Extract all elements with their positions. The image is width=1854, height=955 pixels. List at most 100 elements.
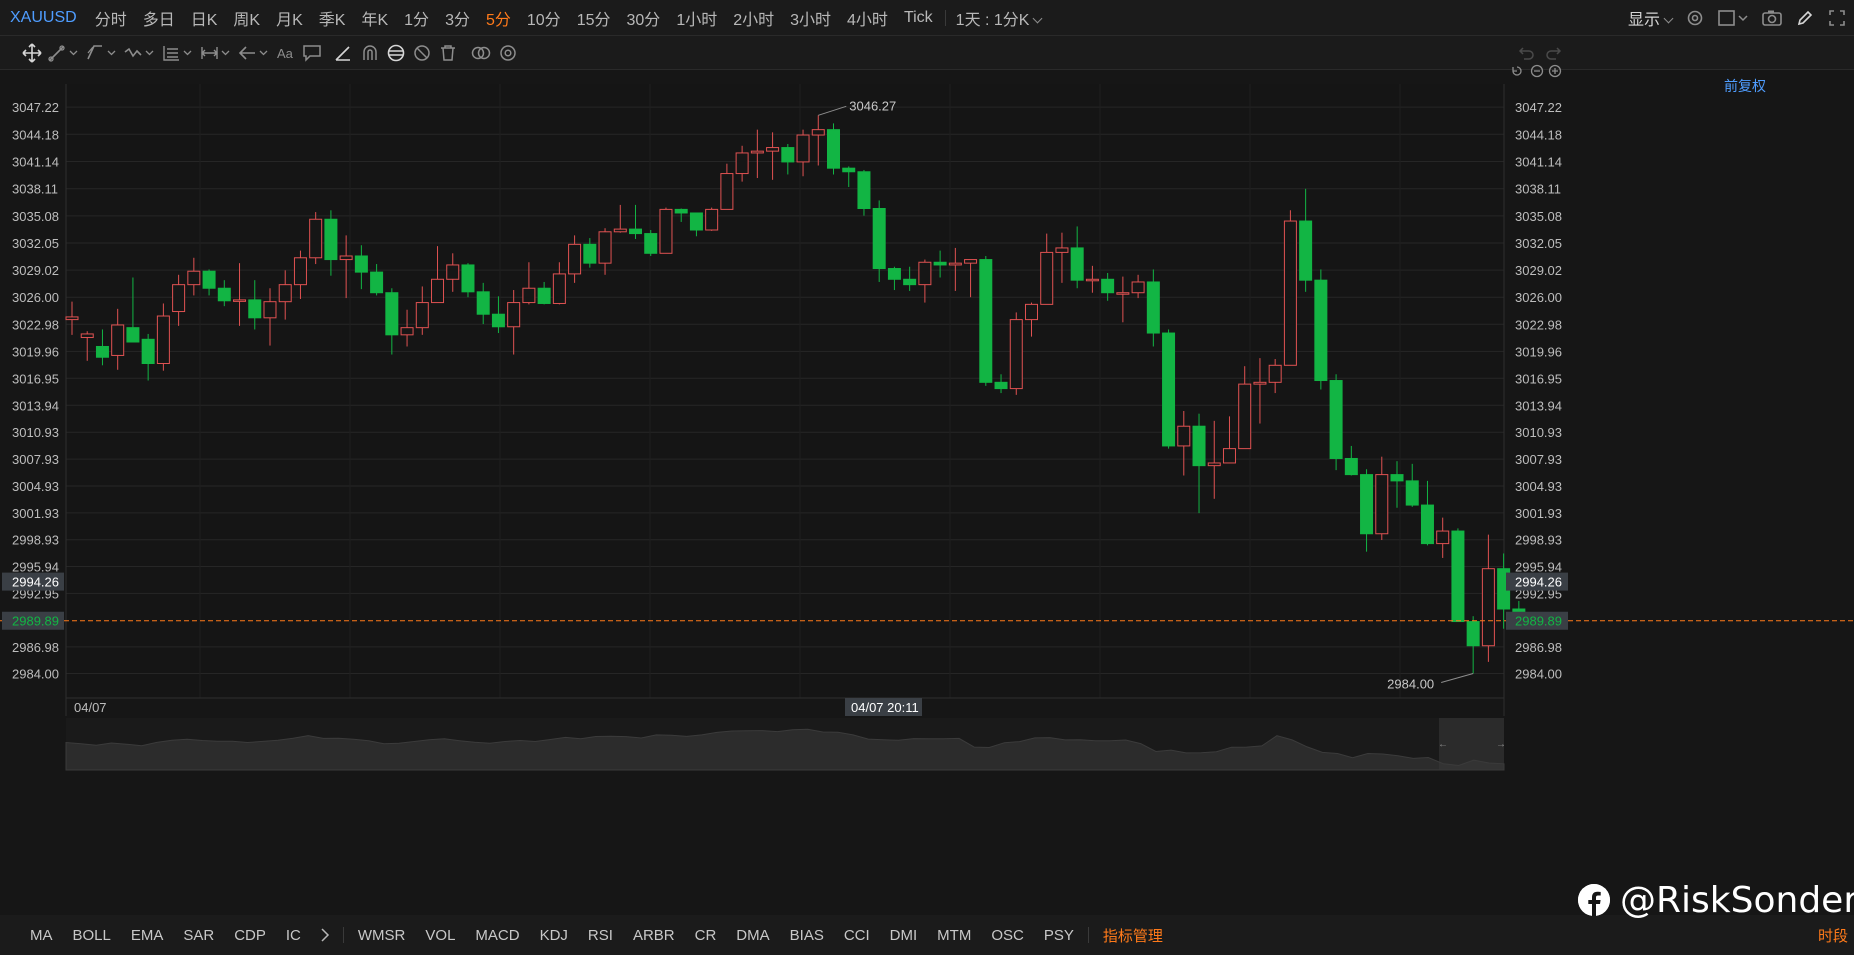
lock-drawing-icon[interactable] (386, 43, 406, 63)
period-tab[interactable]: 15分 (569, 6, 619, 30)
candle-body (278, 284, 292, 303)
move-icon[interactable] (22, 43, 42, 63)
hide-drawings-icon[interactable] (412, 43, 432, 63)
settings-icon[interactable] (498, 43, 518, 63)
symbol-label[interactable]: XAUUSD (0, 9, 87, 27)
indicator-item[interactable]: DMI (880, 927, 928, 944)
camera-icon[interactable] (1762, 9, 1782, 27)
candle (1329, 374, 1343, 471)
indicator-item[interactable]: BOLL (63, 927, 121, 944)
zoom-out-icon[interactable] (1530, 64, 1544, 78)
reset-icon[interactable] (1510, 64, 1524, 78)
indicator-item[interactable]: OSC (981, 927, 1034, 944)
candle-body (415, 302, 429, 329)
channel-icon[interactable] (86, 43, 118, 63)
time-section-link[interactable]: 时段 (1818, 925, 1848, 946)
y-tick-label-left: 3022.98 (12, 317, 59, 332)
indicator-item[interactable]: RSI (578, 927, 623, 944)
candle-body (1055, 247, 1069, 253)
period-tab[interactable]: 30分 (619, 6, 669, 30)
trash-icon[interactable] (438, 43, 458, 63)
period-tab[interactable]: 5分 (478, 6, 519, 30)
period-tab[interactable]: 4小时 (839, 6, 896, 30)
undo-icon[interactable] (1516, 43, 1536, 63)
indicator-divider (1087, 927, 1089, 943)
indicator-item[interactable]: BIAS (780, 927, 834, 944)
comment-icon[interactable] (302, 43, 322, 63)
candlestick-chart[interactable]: 3047.22 3047.22 3044.18 3044.18 3041.14 3041.… (0, 70, 1854, 850)
navigator-window (1439, 718, 1504, 770)
fibonacci-icon[interactable] (162, 43, 194, 63)
display-dropdown[interactable]: 显示 (1628, 6, 1674, 30)
y-tick-label-left: 2984.00 (12, 667, 59, 682)
period-tab[interactable]: 分时 (87, 6, 135, 30)
candle-body (80, 333, 94, 339)
indicator-item[interactable]: MA (20, 927, 63, 944)
y-tick-label-right: 3047.22 (1515, 100, 1562, 115)
candle-body (324, 218, 338, 261)
candle-body (293, 257, 307, 286)
fullscreen-icon[interactable] (1828, 9, 1846, 27)
candle-body (431, 278, 445, 304)
magnet-icon[interactable] (360, 43, 380, 63)
period-tab[interactable]: 季K (311, 6, 354, 30)
period-tab[interactable]: Tick (896, 9, 941, 27)
compare-icon[interactable] (470, 43, 492, 63)
y-tick-label-left: 3001.93 (12, 506, 59, 521)
candle-body (964, 259, 978, 264)
candle-body (1314, 279, 1328, 382)
indicator-item[interactable]: MTM (927, 927, 981, 944)
indicator-list-sub: WMSR VOL MACD KDJ RSI ARBR CR DMA BIAS CCI DMI MTM O… (348, 927, 1084, 944)
indicator-manage-link[interactable]: 指标管理 (1093, 925, 1173, 946)
chevron-right-icon[interactable] (319, 927, 331, 943)
period-tab[interactable]: 月K (268, 6, 311, 30)
indicator-item[interactable]: DMA (726, 927, 779, 944)
period-tab[interactable]: 多日 (135, 6, 183, 30)
ruler-icon[interactable] (334, 43, 354, 63)
period-tab[interactable]: 3小时 (782, 6, 839, 30)
indicator-item[interactable]: CDP (224, 927, 276, 944)
candle-body (507, 302, 521, 328)
text-icon[interactable]: Aa (276, 43, 296, 63)
y-tick-label-left: 3004.93 (12, 479, 59, 494)
redo-icon[interactable] (1544, 43, 1564, 63)
indicator-item[interactable]: MACD (465, 927, 529, 944)
indicator-item[interactable]: SAR (173, 927, 224, 944)
indicator-item[interactable]: KDJ (530, 927, 578, 944)
arrow-left-icon[interactable] (238, 43, 270, 63)
gear-icon[interactable] (1686, 9, 1704, 27)
y-tick-label-right: 3032.05 (1515, 236, 1562, 251)
pattern-icon[interactable] (124, 43, 156, 63)
y-tick-label-left: 3016.95 (12, 371, 59, 386)
period-tab[interactable]: 10分 (519, 6, 569, 30)
zoom-in-icon[interactable] (1548, 64, 1562, 78)
period-tab[interactable]: 2小时 (725, 6, 782, 30)
period-tab[interactable]: 年K (353, 6, 396, 30)
candle-body (1101, 278, 1115, 294)
indicator-item[interactable]: ARBR (623, 927, 685, 944)
pencil-icon[interactable] (1796, 9, 1814, 27)
adjustment-toggle[interactable]: 前复权 (1724, 76, 1766, 96)
trend-line-icon[interactable] (48, 43, 80, 63)
chart-area[interactable]: 3047.22 3047.22 3044.18 3044.18 3041.14 3041.… (0, 70, 1854, 850)
measure-icon[interactable] (200, 43, 232, 63)
period-tab[interactable]: 周K (225, 6, 268, 30)
period-tab[interactable]: 1小时 (668, 6, 725, 30)
candle-body (1481, 568, 1495, 647)
layout-icon[interactable] (1718, 9, 1748, 27)
period-tab[interactable]: 3分 (437, 6, 478, 30)
multi-timeframe-dropdown[interactable]: 1天 : 1分K (950, 6, 1048, 30)
indicator-item[interactable]: CR (685, 927, 727, 944)
indicator-item[interactable]: VOL (415, 927, 465, 944)
period-tab[interactable]: 日K (183, 6, 226, 30)
indicator-item[interactable]: WMSR (348, 927, 416, 944)
period-tab[interactable]: 1分 (396, 6, 437, 30)
navigator[interactable]: ← → (65, 718, 1506, 771)
indicator-item[interactable]: PSY (1034, 927, 1084, 944)
indicator-item[interactable]: EMA (121, 927, 174, 944)
high-label: 3046.27 (849, 98, 896, 113)
candle-body (1177, 425, 1191, 447)
indicator-item[interactable]: IC (276, 927, 311, 944)
candle-body (568, 243, 582, 275)
indicator-item[interactable]: CCI (834, 927, 880, 944)
